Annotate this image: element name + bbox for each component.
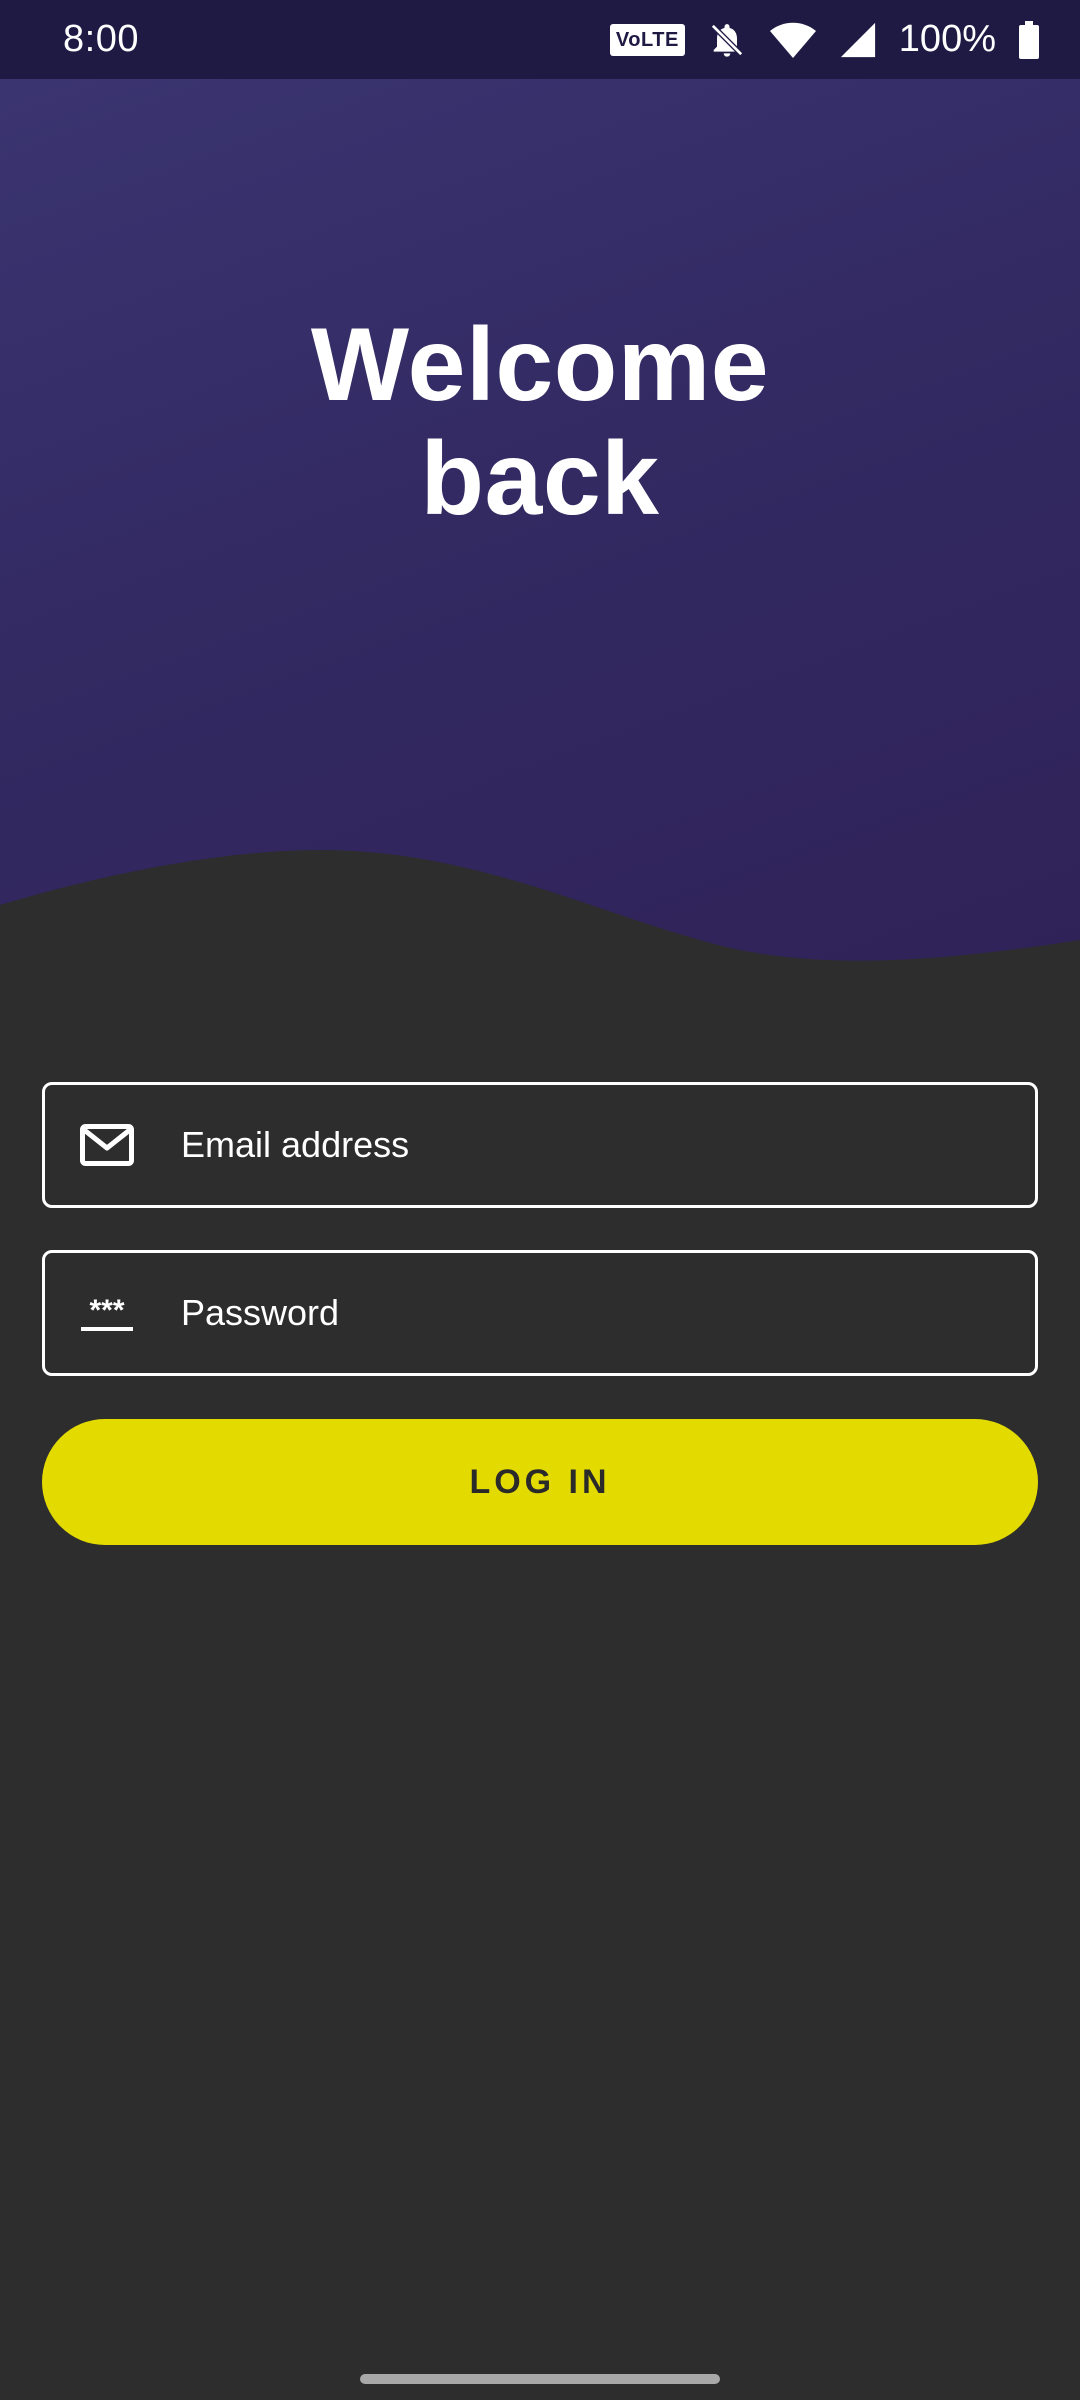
wave-divider <box>0 850 1080 1020</box>
status-time: 8:00 <box>63 18 139 60</box>
bell-off-icon <box>707 20 747 60</box>
password-mask: *** <box>89 1294 124 1327</box>
password-icon: *** <box>79 1289 135 1337</box>
mail-icon <box>79 1121 135 1169</box>
email-input[interactable] <box>135 1085 1035 1205</box>
title-line-2: back <box>420 421 660 537</box>
status-icons: VoLTE 100% <box>609 18 1040 61</box>
battery-icon <box>1018 20 1040 59</box>
status-bar: 8:00 VoLTE 100% <box>0 0 1080 79</box>
email-field[interactable] <box>42 1082 1038 1208</box>
wifi-icon <box>769 20 817 60</box>
volte-icon: VoLTE <box>609 23 685 56</box>
login-screen: 8:00 VoLTE 100% Welcome back Email addre… <box>0 0 1080 2400</box>
signal-icon <box>839 21 877 59</box>
page-title: Welcome back <box>0 308 1080 536</box>
navigation-bar <box>0 2358 1080 2400</box>
home-indicator[interactable] <box>360 2374 720 2384</box>
password-input[interactable] <box>135 1253 1035 1373</box>
title-line-1: Welcome <box>310 307 770 423</box>
battery-percent: 100% <box>898 18 996 60</box>
password-field[interactable]: *** <box>42 1250 1038 1376</box>
login-button[interactable]: LOG IN <box>42 1419 1038 1545</box>
